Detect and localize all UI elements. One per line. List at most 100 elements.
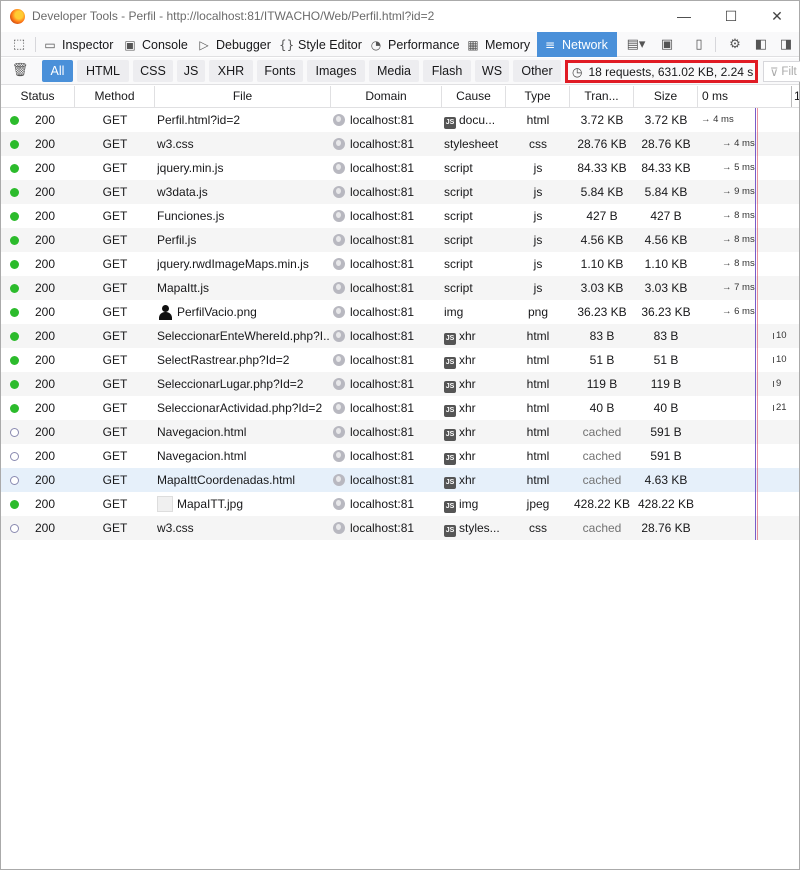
globe-icon [333,474,345,486]
filter-all-button[interactable]: All [42,60,73,82]
table-row[interactable]: 200 GET w3.css localhost:81 JS styles... css ca… [1,516,799,540]
tab-network[interactable]: ≡ Network [537,32,617,57]
column-transferred[interactable]: Tran... [570,86,634,107]
trash-icon[interactable]: 🗑 [11,63,29,81]
table-row[interactable]: 200 GET Funciones.js localhost:81 script js 42… [1,204,799,228]
request-domain-cell: localhost:81 [333,372,441,396]
filter-other-button[interactable]: Other [513,60,561,82]
column-waterfall[interactable]: 0 ms [698,86,790,107]
request-domain: localhost:81 [350,281,415,295]
request-domain: localhost:81 [350,305,415,319]
firefox-logo-icon [10,9,25,24]
filter-html-button[interactable]: HTML [77,60,129,82]
tab-performance[interactable]: ◔ Performance [369,32,460,57]
request-file: Funciones.js [157,209,225,223]
tab-inspector[interactable]: ▭ Inspector [43,32,113,57]
column-domain[interactable]: Domain [331,86,442,107]
dock-options-icon[interactable]: ▤▾ [623,32,649,57]
table-row[interactable]: 200 GET SeleccionarActividad.php?Id=2 local… [1,396,799,420]
filter-images-button[interactable]: Images [307,60,365,82]
request-method: GET [102,137,128,151]
request-type: html [526,425,550,439]
filter-js-button[interactable]: JS [177,60,205,82]
gear-icon[interactable]: ⚙ [723,32,747,57]
table-row[interactable]: 200 GET SeleccionarEnteWhereId.php?I... loc… [1,324,799,348]
filter-css-button[interactable]: CSS [133,60,173,82]
tab-memory[interactable]: ▦ Memory [466,32,530,57]
table-row[interactable]: 200 GET Perfil.html?id=2 localhost:81 JS docu… [1,108,799,132]
request-file-cell: SeleccionarEnteWhereId.php?I... [157,324,329,348]
request-file: MapaItt.js [157,281,210,295]
request-timing: → 8 ms [722,258,755,269]
request-cause-label: script [444,281,473,295]
request-file: Perfil.html?id=2 [157,113,241,127]
globe-icon [333,138,345,150]
dock-side-icon[interactable]: ◧ [749,32,773,57]
dock-bottom-icon[interactable]: ◨ [774,32,798,57]
table-row[interactable]: 200 GET jquery.min.js localhost:81 script js 8… [1,156,799,180]
column-type[interactable]: Type [506,86,570,107]
request-timing: → 4 ms [722,138,755,149]
close-button[interactable]: ✕ [762,5,792,27]
filter-fonts-button[interactable]: Fonts [257,60,303,82]
table-row[interactable]: 200 GET MapaItt.js localhost:81 script js 3.03… [1,276,799,300]
table-row[interactable]: 200 GET PerfilVacio.png localhost:81 img png 3… [1,300,799,324]
filter-xhr-button[interactable]: XHR [209,60,253,82]
request-domain-cell: localhost:81 [333,252,441,276]
request-type: js [533,185,543,199]
request-domain: localhost:81 [350,113,415,127]
js-cause-icon: JS [444,477,456,489]
column-size[interactable]: Size [634,86,698,107]
request-status: 200 [35,233,56,247]
request-domain: localhost:81 [350,161,415,175]
table-row[interactable]: 200 GET SelectRastrear.php?Id=2 localhost:8… [1,348,799,372]
status-indicator-icon [10,332,19,341]
js-cause-icon: JS [444,333,456,345]
request-status: 200 [35,137,56,151]
table-row[interactable]: 200 GET jquery.rwdImageMaps.min.js localhos… [1,252,799,276]
request-domain: localhost:81 [350,425,415,439]
request-cause: img [444,300,506,324]
column-file[interactable]: File [155,86,331,107]
request-type: css [529,521,547,535]
request-domain: localhost:81 [350,209,415,223]
column-method[interactable]: Method [75,86,155,107]
column-cause[interactable]: Cause [442,86,506,107]
request-transferred: cached [582,425,622,439]
table-row[interactable]: 200 GET w3.css localhost:81 stylesheet css 28.… [1,132,799,156]
pick-element-icon[interactable]: ⬚ [7,32,31,57]
request-transferred: 3.03 KB [580,281,624,295]
request-status: 200 [35,209,56,223]
table-row[interactable]: 200 GET SeleccionarLugar.php?Id=2 localhost… [1,372,799,396]
status-indicator-icon [10,212,19,221]
summary-text: 18 requests, 631.02 KB, 2.24 s [588,64,754,79]
filter-media-button[interactable]: Media [369,60,419,82]
table-row[interactable]: 200 GET w3data.js localhost:81 script js 5.84 … [1,180,799,204]
request-method: GET [102,449,128,463]
globe-icon [333,450,345,462]
table-row[interactable]: 200 GET Navegacion.html localhost:81 JS xhr ht… [1,444,799,468]
split-console-icon[interactable]: ▣ [655,32,679,57]
responsive-design-icon[interactable]: ▯ [687,32,711,57]
request-size: 3.72 KB [644,113,688,127]
devtools-window: Developer Tools - Perfil - http://localh… [0,0,800,870]
minimize-button[interactable]: — [669,5,699,27]
filter-ws-button[interactable]: WS [475,60,509,82]
maximize-button[interactable]: ☐ [716,5,746,27]
filter-flash-button[interactable]: Flash [423,60,471,82]
table-row[interactable]: 200 GET MapaIttCoordenadas.html localhost:8… [1,468,799,492]
status-indicator-icon [10,284,19,293]
table-row[interactable]: 200 GET MapaITT.jpg localhost:81 JS img jpeg 42… [1,492,799,516]
tab-style-editor[interactable]: {} Style Editor [279,32,362,57]
tab-debugger[interactable]: ▷ Debugger [197,32,271,57]
status-indicator-icon [10,428,19,437]
request-file-cell: Funciones.js [157,204,329,228]
filter-urls-input[interactable]: ⊽ Filt [763,61,800,82]
column-status[interactable]: Status [1,86,75,107]
request-summary[interactable]: ◷ 18 requests, 631.02 KB, 2.24 s [565,60,758,83]
table-row[interactable]: 200 GET Navegacion.html localhost:81 JS xhr ht… [1,420,799,444]
table-row[interactable]: 200 GET Perfil.js localhost:81 script js 4.56 … [1,228,799,252]
tab-console[interactable]: ▣ Console [123,32,188,57]
request-file: SelectRastrear.php?Id=2 [157,353,290,367]
request-cause-label: script [444,233,473,247]
